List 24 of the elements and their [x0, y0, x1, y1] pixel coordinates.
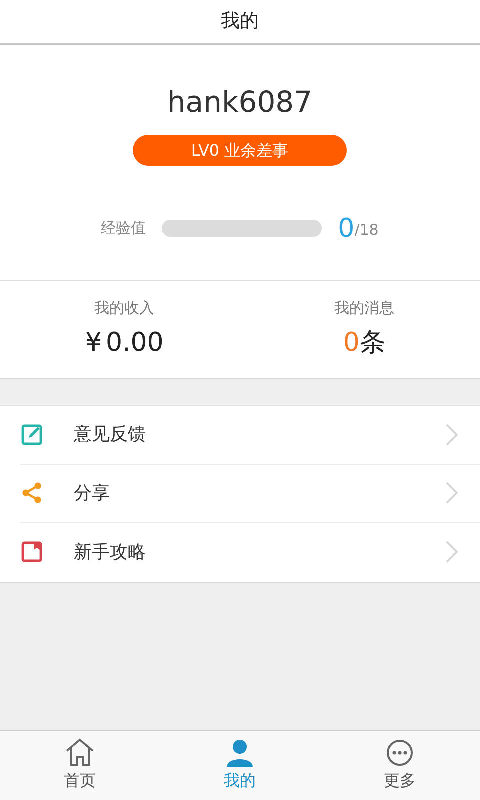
tab[interactable]: 更多 — [320, 731, 480, 800]
page-title: 我的 — [221, 9, 259, 34]
menu-item[interactable]: 新手攻略 — [20, 523, 480, 582]
menu-label: 新手攻略 — [74, 540, 147, 565]
menu-item[interactable]: 意见反馈 — [20, 406, 480, 464]
tab[interactable]: 首页 — [0, 731, 160, 800]
experience-total: /18 — [354, 220, 379, 241]
home-icon — [64, 737, 96, 769]
chevron-icon — [446, 541, 458, 564]
menu-label: 分享 — [74, 482, 111, 506]
stat-value: 0条 — [343, 326, 386, 360]
user-icon — [224, 737, 256, 769]
chevron-icon — [446, 424, 458, 446]
experience-label: 经验值 — [101, 218, 146, 240]
menu-label: 意见反馈 — [74, 423, 147, 448]
stat-label: 我的消息 — [334, 298, 395, 319]
menu-item[interactable]: 分享 — [20, 464, 480, 523]
experience-value: 0 — [338, 216, 355, 242]
stat-value: ¥0.00 — [85, 326, 164, 360]
more-icon — [384, 737, 416, 769]
chevron-icon — [446, 482, 458, 504]
level-badge: LV0 业余差事 — [133, 134, 347, 166]
stat-label: 我的收入 — [94, 298, 155, 319]
username: hank6087 — [167, 84, 313, 121]
